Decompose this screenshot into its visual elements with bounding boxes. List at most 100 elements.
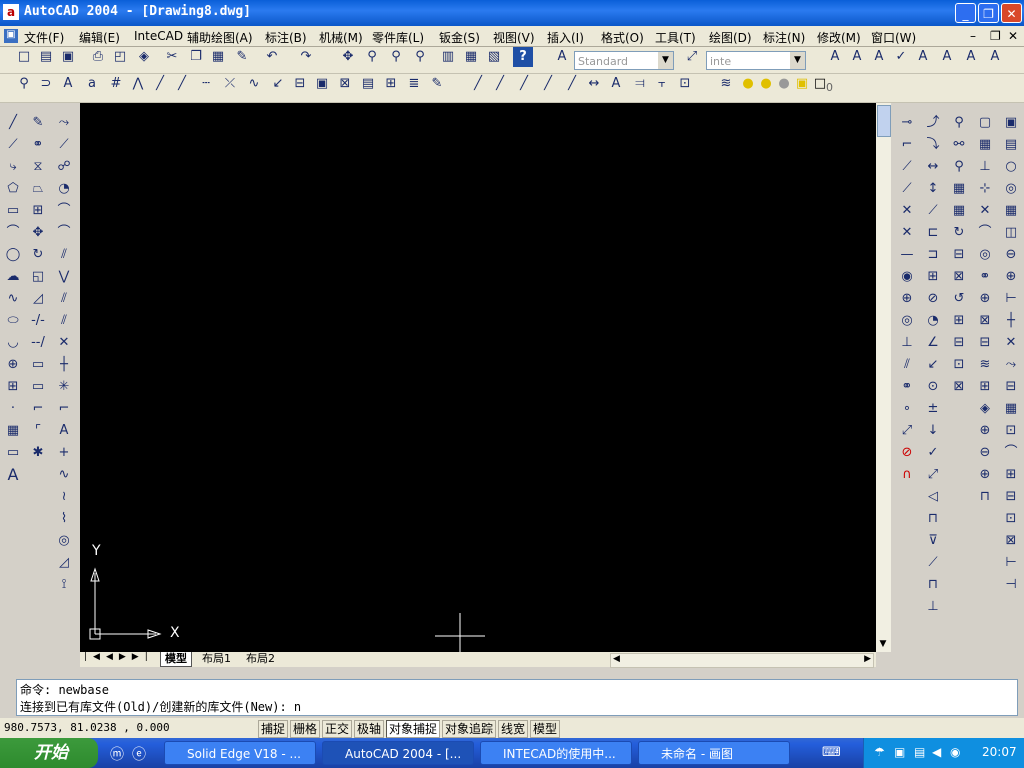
tool-c16-icon[interactable]: ✓ — [921, 442, 945, 464]
tool-d7-icon[interactable]: ⊟ — [947, 244, 971, 266]
tool-c11-icon[interactable]: ∠ — [921, 332, 945, 354]
baseline-dim-icon[interactable]: ⫟ — [652, 74, 672, 94]
circle-icon[interactable]: ◯ — [1, 244, 25, 266]
tool-b10-icon[interactable]: ◎ — [895, 310, 919, 332]
tool-c3-icon[interactable]: ↔ — [921, 156, 945, 178]
tool-e16-icon[interactable]: ⊖ — [973, 442, 997, 464]
publish-icon[interactable]: ◈ — [134, 47, 154, 67]
point-icon[interactable]: · — [1, 398, 25, 420]
polar-button[interactable]: 极轴 — [354, 720, 385, 738]
tool-a3-icon[interactable]: ☍ — [52, 156, 76, 178]
tool-c4-icon[interactable]: ↕ — [921, 178, 945, 200]
menu-draw[interactable]: 绘图(D) — [709, 29, 752, 46]
tool-e3-icon[interactable]: ⊥ — [973, 156, 997, 178]
pan-icon[interactable]: ✥ — [338, 47, 358, 67]
polygon-icon[interactable]: ⬠ — [1, 178, 25, 200]
tool-a20-icon[interactable]: ◎ — [52, 530, 76, 552]
region-icon[interactable]: ▭ — [1, 442, 25, 464]
freeze-icon[interactable]: ● — [774, 74, 794, 94]
scroll-down-icon[interactable]: ▼ — [877, 639, 889, 651]
dim-style-select[interactable]: inte ▼ — [706, 51, 806, 70]
tool-a4-icon[interactable]: ◔ — [52, 178, 76, 200]
mirror-icon[interactable]: ⧖ — [26, 156, 50, 178]
ortho-button[interactable]: 正交 — [322, 720, 353, 738]
tool-d11-icon[interactable]: ⊟ — [947, 332, 971, 354]
tool-d5-icon[interactable]: ▦ — [947, 200, 971, 222]
revcloud-icon[interactable]: ☁ — [1, 266, 25, 288]
design-center-icon[interactable]: ▦ — [461, 47, 481, 67]
text-convert-icon[interactable]: A — [985, 47, 1005, 67]
tool-a22-icon[interactable]: ⟟ — [52, 574, 76, 596]
tool-c5-icon[interactable]: ⟋ — [921, 200, 945, 222]
tool-b2-icon[interactable]: ⌐ — [895, 134, 919, 156]
tool-a1-icon[interactable]: ⤳ — [52, 112, 76, 134]
extend-icon[interactable]: --/ — [26, 332, 50, 354]
ellipse-arc-icon[interactable]: ◡ — [1, 332, 25, 354]
tool-f18-icon[interactable]: ⊟ — [999, 486, 1023, 508]
cut-icon[interactable]: ✂ — [162, 47, 182, 67]
line2-icon[interactable]: ╱ — [172, 74, 192, 94]
paste-icon[interactable]: ▦ — [208, 47, 228, 67]
menu-format[interactable]: 格式(O) — [601, 29, 644, 46]
find-text-icon[interactable]: A — [913, 47, 933, 67]
arc-icon[interactable]: ⌒ — [1, 222, 25, 244]
start-button[interactable]: 开始 — [0, 738, 98, 768]
tool-a7-icon[interactable]: ⫽ — [52, 244, 76, 266]
save-icon[interactable]: ▣ — [58, 47, 78, 67]
tool-b17-icon[interactable]: ∩ — [895, 464, 919, 486]
spline-icon[interactable]: ∿ — [1, 288, 25, 310]
tool-e9-icon[interactable]: ⊕ — [973, 288, 997, 310]
tool-a8-icon[interactable]: ⋁ — [52, 266, 76, 288]
menu-file[interactable]: 文件(F) — [24, 29, 64, 46]
tool-f21-icon[interactable]: ⊢ — [999, 552, 1023, 574]
vertical-scroll-thumb[interactable] — [877, 105, 891, 137]
command-window[interactable]: 命令: newbase 连接到已有库文件(Old)/创建新的库文件(New): … — [16, 679, 1018, 716]
vertical-scrollbar[interactable]: ▼ — [876, 103, 891, 652]
keyboard-icon[interactable]: ⌨ — [822, 745, 841, 760]
snap-button[interactable]: 捕捉 — [258, 720, 289, 738]
tool-d1-icon[interactable]: ⚲ — [947, 112, 971, 134]
tool-a10-icon[interactable]: ⫽ — [52, 310, 76, 332]
array-icon[interactable]: ⊞ — [26, 200, 50, 222]
quicklaunch-ie-icon[interactable]: ⓔ — [132, 744, 146, 764]
spell-check-icon[interactable]: ✓ — [891, 47, 911, 67]
task-autocad[interactable]: AutoCAD 2004 - [... — [322, 741, 474, 765]
explode-icon[interactable]: ✱ — [26, 442, 50, 464]
text-a-icon[interactable]: A — [825, 47, 845, 67]
coordinate-display[interactable]: 980.7573, 81.0238 , 0.000 — [4, 721, 170, 734]
menu-dimension[interactable]: 标注(N) — [763, 29, 805, 46]
tray-volume-icon[interactable]: ◀ — [932, 745, 941, 759]
tool-c12-icon[interactable]: ↙ — [921, 354, 945, 376]
tool-d2-icon[interactable]: ⚯ — [947, 134, 971, 156]
tool-d4-icon[interactable]: ▦ — [947, 178, 971, 200]
tool-f5-icon[interactable]: ▦ — [999, 200, 1023, 222]
osnap-button[interactable]: 对象捕捉 — [386, 720, 441, 738]
menu-edit[interactable]: 编辑(E) — [79, 29, 120, 46]
command-input-line[interactable]: 连接到已有库文件(Old)/创建新的库文件(New): n — [20, 698, 301, 715]
bom-icon[interactable]: ≣ — [404, 74, 424, 94]
tool-c22-icon[interactable]: ⊓ — [921, 574, 945, 596]
task-intecad-doc[interactable]: INTECAD的使用中... — [480, 741, 632, 765]
tool-f22-icon[interactable]: ⊣ — [999, 574, 1023, 596]
trim-icon[interactable]: -/- — [26, 310, 50, 332]
tool-a11-icon[interactable]: ✕ — [52, 332, 76, 354]
tool-c10-icon[interactable]: ◔ — [921, 310, 945, 332]
multiline-icon[interactable]: ⤷ — [1, 156, 25, 178]
tool-e2-icon[interactable]: ▦ — [973, 134, 997, 156]
help-icon[interactable]: ? — [513, 47, 533, 67]
ellipse-icon[interactable]: ⬭ — [1, 310, 25, 332]
scroll-left-icon[interactable]: ◀ — [613, 654, 620, 664]
align-dim-icon[interactable]: ⫤ — [630, 74, 650, 94]
tool-f12-icon[interactable]: ⤳ — [999, 354, 1023, 376]
tool-f15-icon[interactable]: ⊡ — [999, 420, 1023, 442]
tool-a5-icon[interactable]: ⌒ — [52, 200, 76, 222]
tool-b13-icon[interactable]: ⚭ — [895, 376, 919, 398]
erase-icon[interactable]: ✎ — [26, 112, 50, 134]
tool-f17-icon[interactable]: ⊞ — [999, 464, 1023, 486]
tool-a18-icon[interactable]: ≀ — [52, 486, 76, 508]
tab-nav-arrows[interactable]: |◀◀▶▶| — [84, 652, 154, 662]
tool-a12-icon[interactable]: ┼ — [52, 354, 76, 376]
copy-object-icon[interactable]: ⚭ — [26, 134, 50, 156]
mtext-icon[interactable]: A — [1, 464, 25, 486]
menu-insert[interactable]: 插入(I) — [547, 29, 584, 46]
